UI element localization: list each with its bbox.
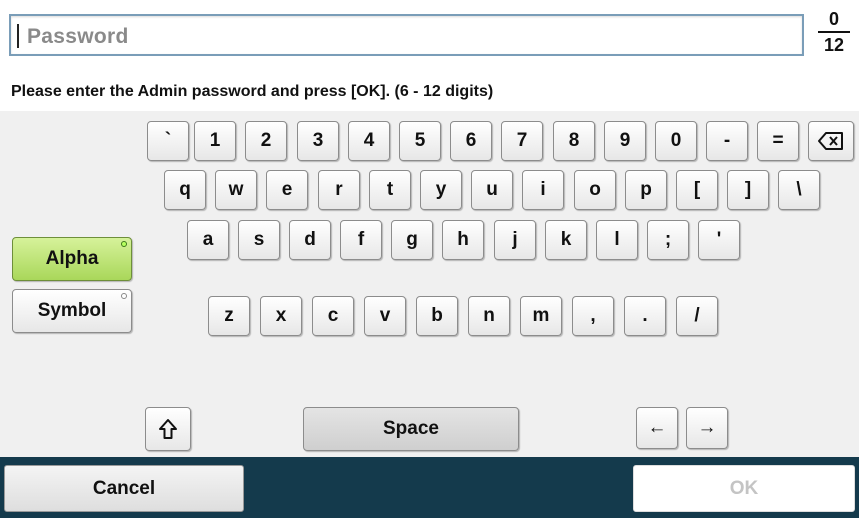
counter-divider [818,31,850,33]
space-key[interactable]: Space [303,407,519,451]
alpha-mode-button[interactable]: Alpha [12,237,132,281]
key-m[interactable]: m [520,296,562,336]
shift-arrow-icon [159,419,177,439]
key-r[interactable]: r [318,170,360,210]
key-slash[interactable]: / [676,296,718,336]
key-minus[interactable]: - [706,121,748,161]
character-counter: 0 12 [814,8,854,58]
key-period[interactable]: . [624,296,666,336]
backspace-icon [818,132,843,150]
shift-key[interactable] [145,407,191,451]
key-equals[interactable]: = [757,121,799,161]
password-placeholder: Password [27,25,129,48]
symbol-mode-label: Symbol [37,300,107,321]
mode-indicator-icon [121,293,127,299]
key-u[interactable]: u [471,170,513,210]
key-g[interactable]: g [391,220,433,260]
key-1[interactable]: 1 [194,121,236,161]
key-k[interactable]: k [545,220,587,260]
keyboard-area [0,111,859,457]
key-j[interactable]: j [494,220,536,260]
counter-current: 0 [828,9,839,29]
key-c[interactable]: c [312,296,354,336]
symbol-mode-button[interactable]: Symbol [12,289,132,333]
key-backslash[interactable]: \ [778,170,820,210]
mode-indicator-icon [121,241,127,247]
key-o[interactable]: o [574,170,616,210]
ok-button[interactable]: OK [633,465,855,512]
key-w[interactable]: w [215,170,257,210]
alpha-mode-label: Alpha [45,248,99,269]
counter-max: 12 [823,35,845,55]
key-i[interactable]: i [522,170,564,210]
cursor-right-key[interactable]: → [686,407,728,449]
key-l[interactable]: l [596,220,638,260]
key-0[interactable]: 0 [655,121,697,161]
key-x[interactable]: x [260,296,302,336]
key-h[interactable]: h [442,220,484,260]
key-7[interactable]: 7 [501,121,543,161]
text-caret [17,24,19,48]
key-9[interactable]: 9 [604,121,646,161]
key-3[interactable]: 3 [297,121,339,161]
key-y[interactable]: y [420,170,462,210]
password-input[interactable]: Password [9,14,804,56]
key-8[interactable]: 8 [553,121,595,161]
instruction-text: Please enter the Admin password and pres… [11,83,494,100]
key-n[interactable]: n [468,296,510,336]
key-5[interactable]: 5 [399,121,441,161]
key-s[interactable]: s [238,220,280,260]
key-z[interactable]: z [208,296,250,336]
key-apostrophe[interactable]: ' [698,220,740,260]
key-b[interactable]: b [416,296,458,336]
key-d[interactable]: d [289,220,331,260]
key-left-bracket[interactable]: [ [676,170,718,210]
key-6[interactable]: 6 [450,121,492,161]
key-q[interactable]: q [164,170,206,210]
key-4[interactable]: 4 [348,121,390,161]
key-2[interactable]: 2 [245,121,287,161]
key-comma[interactable]: , [572,296,614,336]
key-right-bracket[interactable]: ] [727,170,769,210]
key-t[interactable]: t [369,170,411,210]
cursor-left-key[interactable]: ← [636,407,678,449]
key-e[interactable]: e [266,170,308,210]
key-semicolon[interactable]: ; [647,220,689,260]
key-p[interactable]: p [625,170,667,210]
key-backtick[interactable]: ` [147,121,189,161]
key-a[interactable]: a [187,220,229,260]
key-f[interactable]: f [340,220,382,260]
backspace-key[interactable] [808,121,854,161]
cancel-button[interactable]: Cancel [4,465,244,512]
key-v[interactable]: v [364,296,406,336]
